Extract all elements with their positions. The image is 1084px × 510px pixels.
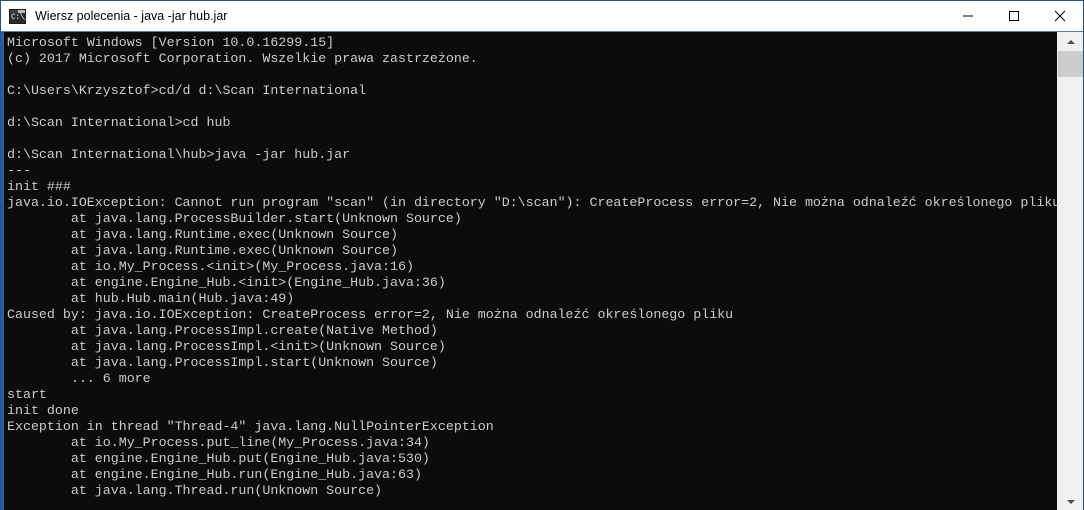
scroll-up-arrow-icon <box>1066 39 1075 44</box>
scroll-down-arrow-icon <box>1066 499 1075 504</box>
console-line: init ### <box>7 179 71 194</box>
scrollbar-thumb[interactable] <box>1058 51 1083 77</box>
maximize-button[interactable] <box>991 1 1037 30</box>
cmd-icon: C:\_ <box>9 8 29 24</box>
console-line: (c) 2017 Microsoft Corporation. Wszelkie… <box>7 51 478 66</box>
console-line: at engine.Engine_Hub.<init>(Engine_Hub.j… <box>7 275 446 290</box>
scroll-up-button[interactable] <box>1058 32 1083 51</box>
command-prompt-window: C:\_ Wiersz polecenia - java -jar hub.ja… <box>0 0 1084 510</box>
console-line: at java.lang.ProcessBuilder.start(Unknow… <box>7 211 462 226</box>
console-line: at java.lang.ProcessImpl.<init>(Unknown … <box>7 339 446 354</box>
console-lines: Microsoft Windows [Version 10.0.16299.15… <box>4 35 1057 499</box>
cmd-icon-prompt-text: C:\_ <box>11 12 29 22</box>
console-line: --- <box>7 163 31 178</box>
console-line: at engine.Engine_Hub.run(Engine_Hub.java… <box>7 467 422 482</box>
console-line: at io.My_Process.put_line(My_Process.jav… <box>7 435 430 450</box>
console-line: Exception in thread "Thread-4" java.lang… <box>7 419 494 434</box>
title-bar[interactable]: C:\_ Wiersz polecenia - java -jar hub.ja… <box>1 1 1083 32</box>
console-line: ... 6 more <box>7 371 151 386</box>
scroll-down-button[interactable] <box>1058 492 1083 510</box>
console-line: d:\Scan International>cd hub <box>7 115 231 130</box>
console-area: Microsoft Windows [Version 10.0.16299.15… <box>1 32 1083 510</box>
console-output[interactable]: Microsoft Windows [Version 10.0.16299.15… <box>1 32 1057 510</box>
minimize-icon <box>963 15 973 16</box>
console-line: at java.lang.Runtime.exec(Unknown Source… <box>7 227 398 242</box>
console-line: d:\Scan International\hub>java -jar hub.… <box>7 147 351 162</box>
console-line: at java.lang.ProcessImpl.create(Native M… <box>7 323 438 338</box>
vertical-scrollbar[interactable] <box>1057 32 1083 510</box>
maximize-icon <box>1009 10 1019 21</box>
close-button[interactable] <box>1037 1 1083 30</box>
console-line: init done <box>7 403 79 418</box>
console-line: Caused by: java.io.IOException: CreatePr… <box>7 307 734 322</box>
window-controls <box>945 1 1083 30</box>
scrollbar-track[interactable] <box>1058 51 1083 492</box>
console-line: at java.lang.Thread.run(Unknown Source) <box>7 483 383 498</box>
console-line: at engine.Engine_Hub.put(Engine_Hub.java… <box>7 451 430 466</box>
console-line: start <box>7 387 47 402</box>
console-line: at java.lang.Runtime.exec(Unknown Source… <box>7 243 398 258</box>
console-line: java.io.IOException: Cannot run program … <box>7 195 1057 210</box>
console-line: at java.lang.ProcessImpl.start(Unknown S… <box>7 355 438 370</box>
close-icon <box>1054 10 1066 21</box>
minimize-button[interactable] <box>945 1 991 30</box>
window-title: Wiersz polecenia - java -jar hub.jar <box>35 9 228 23</box>
console-line: at io.My_Process.<init>(My_Process.java:… <box>7 259 414 274</box>
console-line: at hub.Hub.main(Hub.java:49) <box>7 291 295 306</box>
console-line: C:\Users\Krzysztof>cd/d d:\Scan Internat… <box>7 83 367 98</box>
console-line: Microsoft Windows [Version 10.0.16299.15… <box>7 35 335 50</box>
